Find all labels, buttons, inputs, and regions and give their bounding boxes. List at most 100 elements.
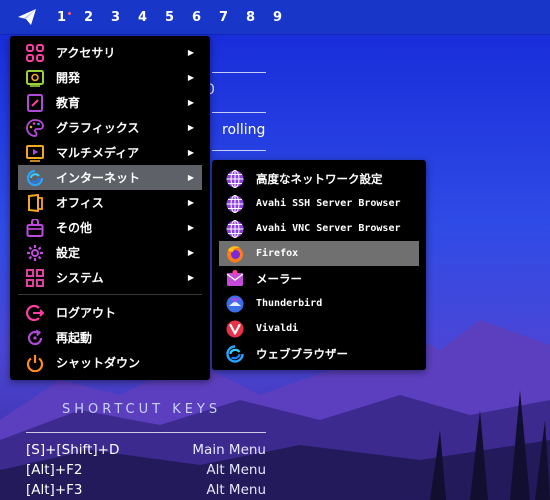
top-panel: 1 2 3 4 5 6 7 8 9	[0, 0, 550, 34]
submenu-item-label: メーラー	[256, 271, 302, 286]
shortcut-keys: [Alt]+F2	[26, 462, 83, 478]
firefox-icon	[224, 243, 246, 265]
workspace-4[interactable]: 4	[129, 10, 156, 25]
network-globe-icon	[224, 193, 246, 215]
menu-item-label: ログアウト	[56, 306, 117, 320]
menu-item-multimedia[interactable]: マルチメディア ▶	[18, 140, 202, 165]
system-icon	[24, 267, 46, 289]
workspace-8[interactable]: 8	[237, 10, 264, 25]
submenu-item-label: ウェブブラウザー	[256, 346, 348, 361]
workspace-switcher: 1 2 3 4 5 6 7 8 9	[48, 10, 291, 25]
menu-item-label: 開発	[56, 71, 81, 85]
menu-item-internet[interactable]: インターネット ▶	[18, 165, 202, 190]
submenu-item-web-browser[interactable]: ウェブブラウザー	[219, 341, 419, 366]
menu-item-label: オフィス	[56, 196, 104, 210]
submenu-item-mailer[interactable]: メーラー	[219, 266, 419, 291]
conky-divider	[212, 112, 266, 113]
mail-icon	[224, 268, 246, 290]
submenu-item-thunderbird[interactable]: Thunderbird	[219, 291, 419, 316]
workspace-3[interactable]: 3	[102, 10, 129, 25]
office-icon	[24, 192, 46, 214]
submenu-item-avahi-ssh[interactable]: Avahi SSH Server Browser	[219, 191, 419, 216]
menu-item-label: インターネット	[56, 171, 141, 185]
conky-rolling-label: rolling	[222, 122, 266, 138]
submenu-item-firefox[interactable]: Firefox	[219, 241, 419, 266]
shortcut-row: [Alt]+F2 Alt Menu	[26, 462, 266, 478]
menu-item-development[interactable]: 開発 ▶	[18, 65, 202, 90]
development-icon	[24, 67, 46, 89]
accessories-icon	[24, 42, 46, 64]
menu-item-system[interactable]: システム ▶	[18, 265, 202, 290]
menu-item-logout[interactable]: ログアウト	[18, 300, 202, 325]
submenu-arrow-icon: ▶	[187, 173, 194, 182]
submenu-item-label: Avahi SSH Server Browser	[256, 198, 401, 209]
workspace-7[interactable]: 7	[210, 10, 237, 25]
conky-divider	[212, 150, 266, 151]
conky-divider	[212, 72, 266, 73]
submenu-item-label: Thunderbird	[256, 298, 323, 309]
menu-item-label: 設定	[56, 246, 81, 260]
submenu-arrow-icon: ▶	[187, 273, 194, 282]
settings-icon	[24, 242, 46, 264]
menu-item-other[interactable]: その他 ▶	[18, 215, 202, 240]
shortcut-keys: [Alt]+F3	[26, 482, 83, 498]
workspace-9[interactable]: 9	[264, 10, 291, 25]
vivaldi-icon	[224, 318, 246, 340]
submenu-arrow-icon: ▶	[187, 198, 194, 207]
internet-submenu: 高度なネットワーク設定 Avahi SSH Server Browser Ava…	[212, 160, 426, 370]
submenu-item-label: Firefox	[256, 248, 299, 259]
menu-item-office[interactable]: オフィス ▶	[18, 190, 202, 215]
active-indicator-dot	[68, 11, 71, 15]
submenu-item-label: Vivaldi	[256, 323, 299, 334]
shutdown-icon	[24, 352, 46, 374]
workspace-5[interactable]: 5	[156, 10, 183, 25]
graphics-icon	[24, 117, 46, 139]
shortcut-keys-title: SHORTCUT KEYS	[62, 402, 222, 417]
multimedia-icon	[24, 142, 46, 164]
workspace-6[interactable]: 6	[183, 10, 210, 25]
network-globe-icon	[224, 218, 246, 240]
menu-item-label: 再起動	[56, 331, 93, 345]
submenu-item-avahi-vnc[interactable]: Avahi VNC Server Browser	[219, 216, 419, 241]
workspace-2[interactable]: 2	[75, 10, 102, 25]
shortcut-action: Alt Menu	[206, 482, 266, 498]
web-browser-icon	[224, 343, 246, 365]
paper-plane-icon	[18, 9, 36, 25]
submenu-arrow-icon: ▶	[187, 48, 194, 57]
submenu-item-vivaldi[interactable]: Vivaldi	[219, 316, 419, 341]
menu-item-label: その他	[56, 221, 93, 235]
menu-item-reboot[interactable]: 再起動	[18, 325, 202, 350]
submenu-arrow-icon: ▶	[187, 98, 194, 107]
other-icon	[24, 217, 46, 239]
internet-icon	[24, 167, 46, 189]
menu-item-accessories[interactable]: アクセサリ ▶	[18, 40, 202, 65]
menu-item-shutdown[interactable]: シャットダウン	[18, 350, 202, 375]
menu-item-graphics[interactable]: グラフィックス ▶	[18, 115, 202, 140]
submenu-item-advanced-network[interactable]: 高度なネットワーク設定	[219, 166, 419, 191]
submenu-arrow-icon: ▶	[187, 223, 194, 232]
menu-item-label: システム	[56, 271, 104, 285]
submenu-arrow-icon: ▶	[187, 148, 194, 157]
menu-item-label: 教育	[56, 96, 81, 110]
workspace-1[interactable]: 1	[48, 10, 75, 25]
submenu-arrow-icon: ▶	[187, 123, 194, 132]
shortcut-divider	[26, 432, 266, 433]
app-menu-launcher[interactable]	[10, 0, 44, 34]
shortcut-keys: [S]+[Shift]+D	[26, 442, 120, 458]
menu-separator	[18, 294, 202, 295]
menu-item-education[interactable]: 教育 ▶	[18, 90, 202, 115]
submenu-item-label: 高度なネットワーク設定	[256, 171, 383, 186]
submenu-arrow-icon: ▶	[187, 248, 194, 257]
menu-item-settings[interactable]: 設定 ▶	[18, 240, 202, 265]
shortcut-row: [S]+[Shift]+D Main Menu	[26, 442, 266, 458]
menu-item-label: マルチメディア	[56, 146, 140, 160]
menu-item-label: アクセサリ	[56, 46, 116, 60]
submenu-arrow-icon: ▶	[187, 73, 194, 82]
reboot-icon	[24, 327, 46, 349]
menu-item-label: グラフィックス	[56, 121, 140, 135]
shortcut-action: Main Menu	[192, 442, 266, 458]
menu-item-label: シャットダウン	[56, 356, 141, 370]
thunderbird-icon	[224, 293, 246, 315]
education-icon	[24, 92, 46, 114]
shortcut-row: [Alt]+F3 Alt Menu	[26, 482, 266, 498]
